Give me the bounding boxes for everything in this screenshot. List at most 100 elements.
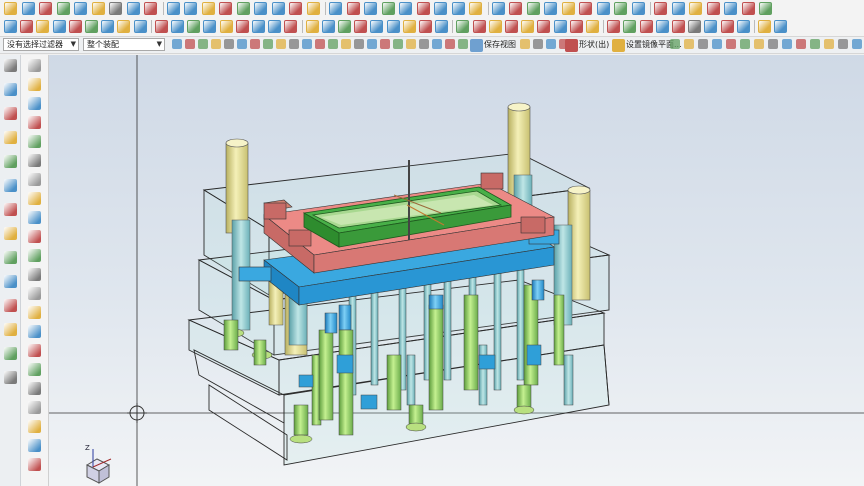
toolbar-tool-icon[interactable] [537,20,551,33]
toolbar-tool-icon[interactable] [706,2,720,15]
toolbar-tool-icon[interactable] [623,20,637,33]
selection-tool-icon[interactable] [28,268,41,281]
toolbar-tool-icon[interactable] [451,2,465,15]
toolbar-tool-icon[interactable] [381,2,395,15]
toolbar-tool-icon[interactable] [724,2,737,15]
selection-tool-icon[interactable] [28,78,41,91]
view-tool-icon[interactable] [838,39,848,49]
toolbar-tool-icon[interactable] [672,20,685,33]
selection-tool-icon[interactable] [28,344,41,357]
selection-tool-icon[interactable] [28,192,41,205]
toolbar-tool-icon[interactable] [526,2,540,15]
view-tool-icon[interactable] [367,39,377,49]
toolbar-tool-icon[interactable] [472,20,486,33]
selection-tool-icon[interactable] [28,59,41,72]
view-tool-icon[interactable] [754,39,764,49]
view-tool-icon[interactable] [559,39,569,49]
view-tool-icon[interactable] [726,39,736,49]
view-tool-icon[interactable] [533,39,543,49]
toolbar-tool-icon[interactable] [329,2,342,15]
toolbar-tool-icon[interactable] [20,20,34,33]
view-tool-icon[interactable] [768,39,778,49]
toolbar-tool-icon[interactable] [569,20,583,33]
toolbar-tool-icon[interactable] [370,20,384,33]
web-browser-icon[interactable] [4,203,17,216]
toolbar-tool-icon[interactable] [36,20,50,33]
toolbar-tool-icon[interactable] [166,2,180,15]
graphics-window[interactable]: Z [49,55,864,486]
toolbar-tool-icon[interactable] [688,20,702,33]
view-tool-icon[interactable] [406,39,416,49]
toolbar-tool-icon[interactable] [654,2,667,15]
toolbar-tool-icon[interactable] [491,2,505,15]
toolbar-tool-icon[interactable] [289,2,302,15]
toolbar-tool-icon[interactable] [235,20,249,33]
selection-tool-icon[interactable] [28,154,41,167]
toolbar-tool-icon[interactable] [91,2,105,15]
selection-tool-icon[interactable] [28,287,41,300]
selection-tool-icon[interactable] [28,325,41,338]
toolbar-tool-icon[interactable] [631,2,645,15]
view-tool-icon[interactable] [211,39,221,49]
toolbar-tool-icon[interactable] [52,20,66,33]
toolbar-tool-icon[interactable] [386,20,400,33]
selection-tool-icon[interactable] [28,363,41,376]
toolbar-tool-icon[interactable] [171,20,184,33]
toolbar-tool-icon[interactable] [488,20,502,33]
view-tool-icon[interactable] [445,39,455,49]
selection-tool-icon[interactable] [28,211,41,224]
view-tool-icon[interactable] [172,39,182,49]
view-tool-icon[interactable] [198,39,208,49]
toolbar-tool-icon[interactable] [544,2,557,15]
analysis-icon[interactable] [4,347,17,360]
toolbar-tool-icon[interactable] [56,2,70,15]
toolbar-tool-icon[interactable] [671,2,685,15]
shape-button[interactable]: 形状(出) [579,39,609,51]
toolbar-tool-icon[interactable] [402,20,416,33]
toolbar-tool-icon[interactable] [271,2,285,15]
toolbar-tool-icon[interactable] [354,20,368,33]
toolbar-tool-icon[interactable] [126,2,140,15]
history-icon[interactable] [4,155,17,168]
view-tool-icon[interactable] [328,39,338,49]
process-icon[interactable] [4,251,17,264]
selection-tool-icon[interactable] [28,401,41,414]
view-tool-icon[interactable] [380,39,390,49]
toolbar-tool-icon[interactable] [236,2,250,15]
selection-tool-icon[interactable] [28,420,41,433]
view-tool-icon[interactable] [546,39,556,49]
toolbar-tool-icon[interactable] [338,20,351,33]
toolbar-tool-icon[interactable] [509,2,522,15]
toolbar-tool-icon[interactable] [268,20,282,33]
tools-icon[interactable] [4,371,17,384]
view-tool-icon[interactable] [782,39,792,49]
toolbar-tool-icon[interactable] [596,2,610,15]
toolbar-tool-icon[interactable] [203,20,217,33]
toolbar-tool-icon[interactable] [254,2,267,15]
view-tool-icon[interactable] [712,39,722,49]
palette-icon[interactable] [4,323,17,336]
reuse-library-icon[interactable] [4,179,17,192]
toolbar-tool-icon[interactable] [758,20,771,33]
selection-tool-icon[interactable] [28,135,41,148]
view-tool-icon[interactable] [520,39,530,49]
toolbar-tool-icon[interactable] [419,20,432,33]
toolbar-tool-icon[interactable] [505,20,518,33]
toolbar-tool-icon[interactable] [154,20,168,33]
toolbar-tool-icon[interactable] [561,2,575,15]
view-tool-icon[interactable] [276,39,286,49]
assembly-navigator-icon[interactable] [4,107,17,120]
toolbar-tool-icon[interactable] [759,2,772,15]
view-tool-icon[interactable] [263,39,273,49]
gear-icon[interactable] [4,59,17,72]
toolbar-tool-icon[interactable] [614,2,627,15]
view-tool-icon[interactable] [185,39,195,49]
toolbar-tool-icon[interactable] [553,20,567,33]
toolbar-tool-icon[interactable] [416,2,430,15]
save-view-button[interactable]: 保存视图 [484,39,516,51]
view-tool-icon[interactable] [852,39,862,49]
toolbar-tool-icon[interactable] [434,2,447,15]
view-tool-icon[interactable] [432,39,442,49]
toolbar-tool-icon[interactable] [435,20,449,33]
toolbar-tool-icon[interactable] [284,20,298,33]
